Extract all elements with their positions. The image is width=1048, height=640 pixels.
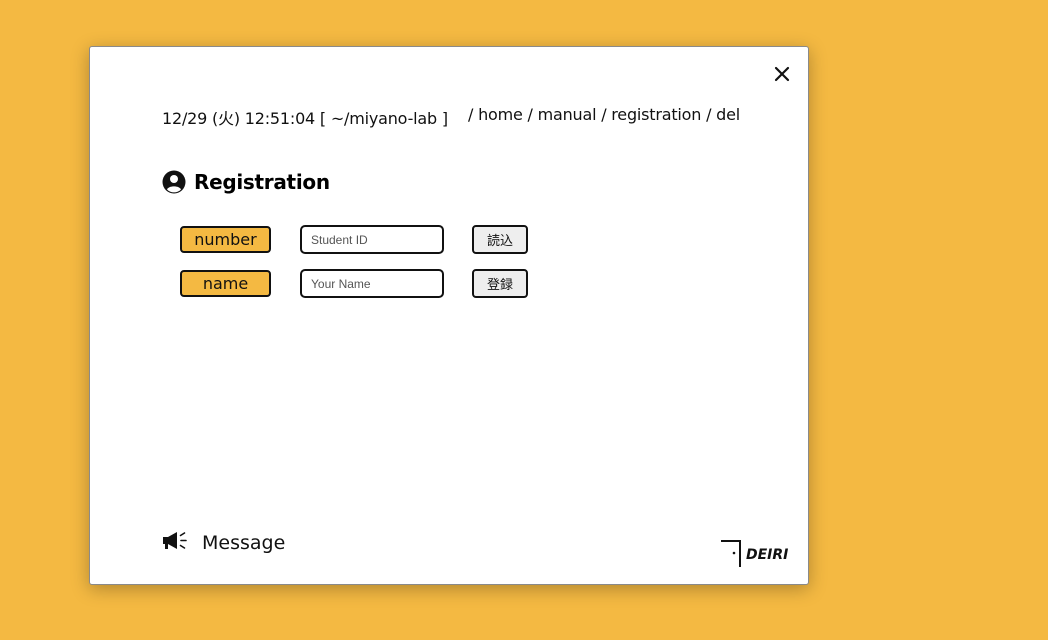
message-label: Message bbox=[202, 532, 286, 554]
user-circle-icon bbox=[162, 170, 186, 194]
name-input[interactable] bbox=[300, 269, 444, 298]
page-title: Registration bbox=[194, 170, 330, 194]
megaphone-icon bbox=[162, 530, 188, 556]
message-area: Message bbox=[162, 530, 285, 556]
page-title-row: Registration bbox=[162, 167, 330, 197]
breadcrumb: / home / manual / registration / del bbox=[468, 105, 741, 124]
student-id-input[interactable] bbox=[300, 225, 444, 254]
number-label: number bbox=[180, 226, 271, 253]
deiri-logo: DEIRI bbox=[720, 539, 794, 569]
logo-text: DEIRI bbox=[746, 547, 788, 563]
close-icon[interactable] bbox=[771, 63, 793, 85]
load-button[interactable]: 読込 bbox=[472, 225, 528, 254]
registration-panel: 12/29 (火) 12:51:04 [ ~/miyano-lab ] / ho… bbox=[89, 46, 809, 585]
status-line: 12/29 (火) 12:51:04 [ ~/miyano-lab ] bbox=[162, 109, 448, 128]
name-label: name bbox=[180, 270, 271, 297]
register-button[interactable]: 登録 bbox=[472, 269, 528, 298]
